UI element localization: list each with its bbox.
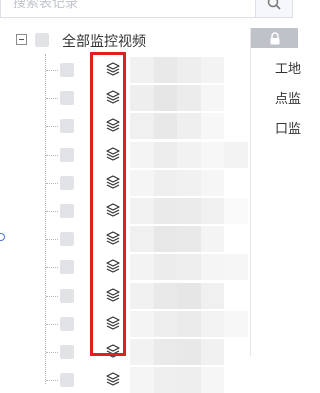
node-checkbox[interactable] [60,91,74,106]
node-label-obscured [130,198,248,224]
tree-child-node[interactable] [0,169,250,196]
layers-icon [106,372,120,386]
tree-guide-branch [46,182,58,184]
node-checkbox[interactable] [60,316,74,331]
camera-tree: 全部监控视频 [0,28,250,393]
tree-guide-branch [46,323,58,325]
search-input[interactable] [0,0,255,18]
tree-guide-branch [46,211,58,212]
layers-icon [106,146,120,161]
tree-child-node[interactable] [0,339,250,365]
node-label-obscured [130,113,248,140]
layers-icon [106,287,120,302]
node-label-obscured [130,310,248,337]
tree-child-node[interactable] [0,141,250,168]
tree-child-node[interactable] [0,254,250,281]
layers-icon [106,118,120,132]
node-label-obscured [130,226,248,253]
layers-icon [106,62,120,76]
node-checkbox[interactable] [60,175,74,190]
layers-icon [106,90,120,104]
node-checkbox[interactable] [60,63,74,77]
search-button[interactable] [255,0,293,18]
tree-root-node[interactable]: 全部监控视频 [0,28,250,54]
node-label-obscured [130,141,248,168]
node-label-obscured [130,57,248,83]
node-label-obscured [130,339,248,365]
node-checkbox[interactable] [60,373,74,388]
tree-guide-branch [46,70,58,71]
tree-child-node[interactable] [0,85,250,112]
right-panel-item-2: 点监 [275,92,302,107]
tree-root-label: 全部监控视频 [62,34,146,50]
tree-child-node[interactable] [0,113,250,140]
tree-child-node[interactable] [0,226,250,253]
tree-guide-branch [46,154,58,156]
tree-child-node[interactable] [0,282,250,309]
collapse-toggle[interactable] [16,34,27,45]
right-panel: 工地 点监 口监 [250,28,301,356]
layers-icon [106,259,120,273]
tree-guide-branch [46,352,58,353]
node-checkbox[interactable] [60,260,74,275]
lock-button[interactable] [251,28,298,48]
tree-guide-branch [46,98,58,100]
tree-guide-branch [46,126,58,128]
tree-child-node[interactable] [0,198,250,224]
tree-child-node[interactable] [0,57,250,83]
node-label-obscured [130,367,248,393]
node-label-obscured [130,282,248,309]
layers-icon [106,175,120,189]
layers-icon [106,203,120,217]
node-checkbox[interactable] [60,119,74,134]
search-icon [267,0,281,10]
node-checkbox[interactable] [60,232,74,247]
tree-guide-branch [46,267,58,269]
node-label-obscured [130,85,248,112]
tree-guide-branch [46,239,58,241]
node-label-obscured [130,254,248,281]
lock-icon [270,31,279,44]
search-bar [0,0,296,20]
tree-child-node[interactable] [0,367,250,393]
tree-guide-branch [46,380,58,382]
root-checkbox[interactable] [35,33,49,47]
layers-icon [106,316,120,330]
layers-icon [106,344,120,358]
node-checkbox[interactable] [60,288,74,303]
node-label-obscured [130,169,248,196]
node-checkbox[interactable] [60,204,74,218]
right-panel-item-1: 工地 [275,62,302,77]
tree-child-node[interactable] [0,310,250,337]
right-panel-item-3: 口监 [275,122,302,137]
tree-guide-branch [46,295,58,297]
node-checkbox[interactable] [60,345,74,359]
layers-icon [106,231,120,245]
node-checkbox[interactable] [60,147,74,162]
